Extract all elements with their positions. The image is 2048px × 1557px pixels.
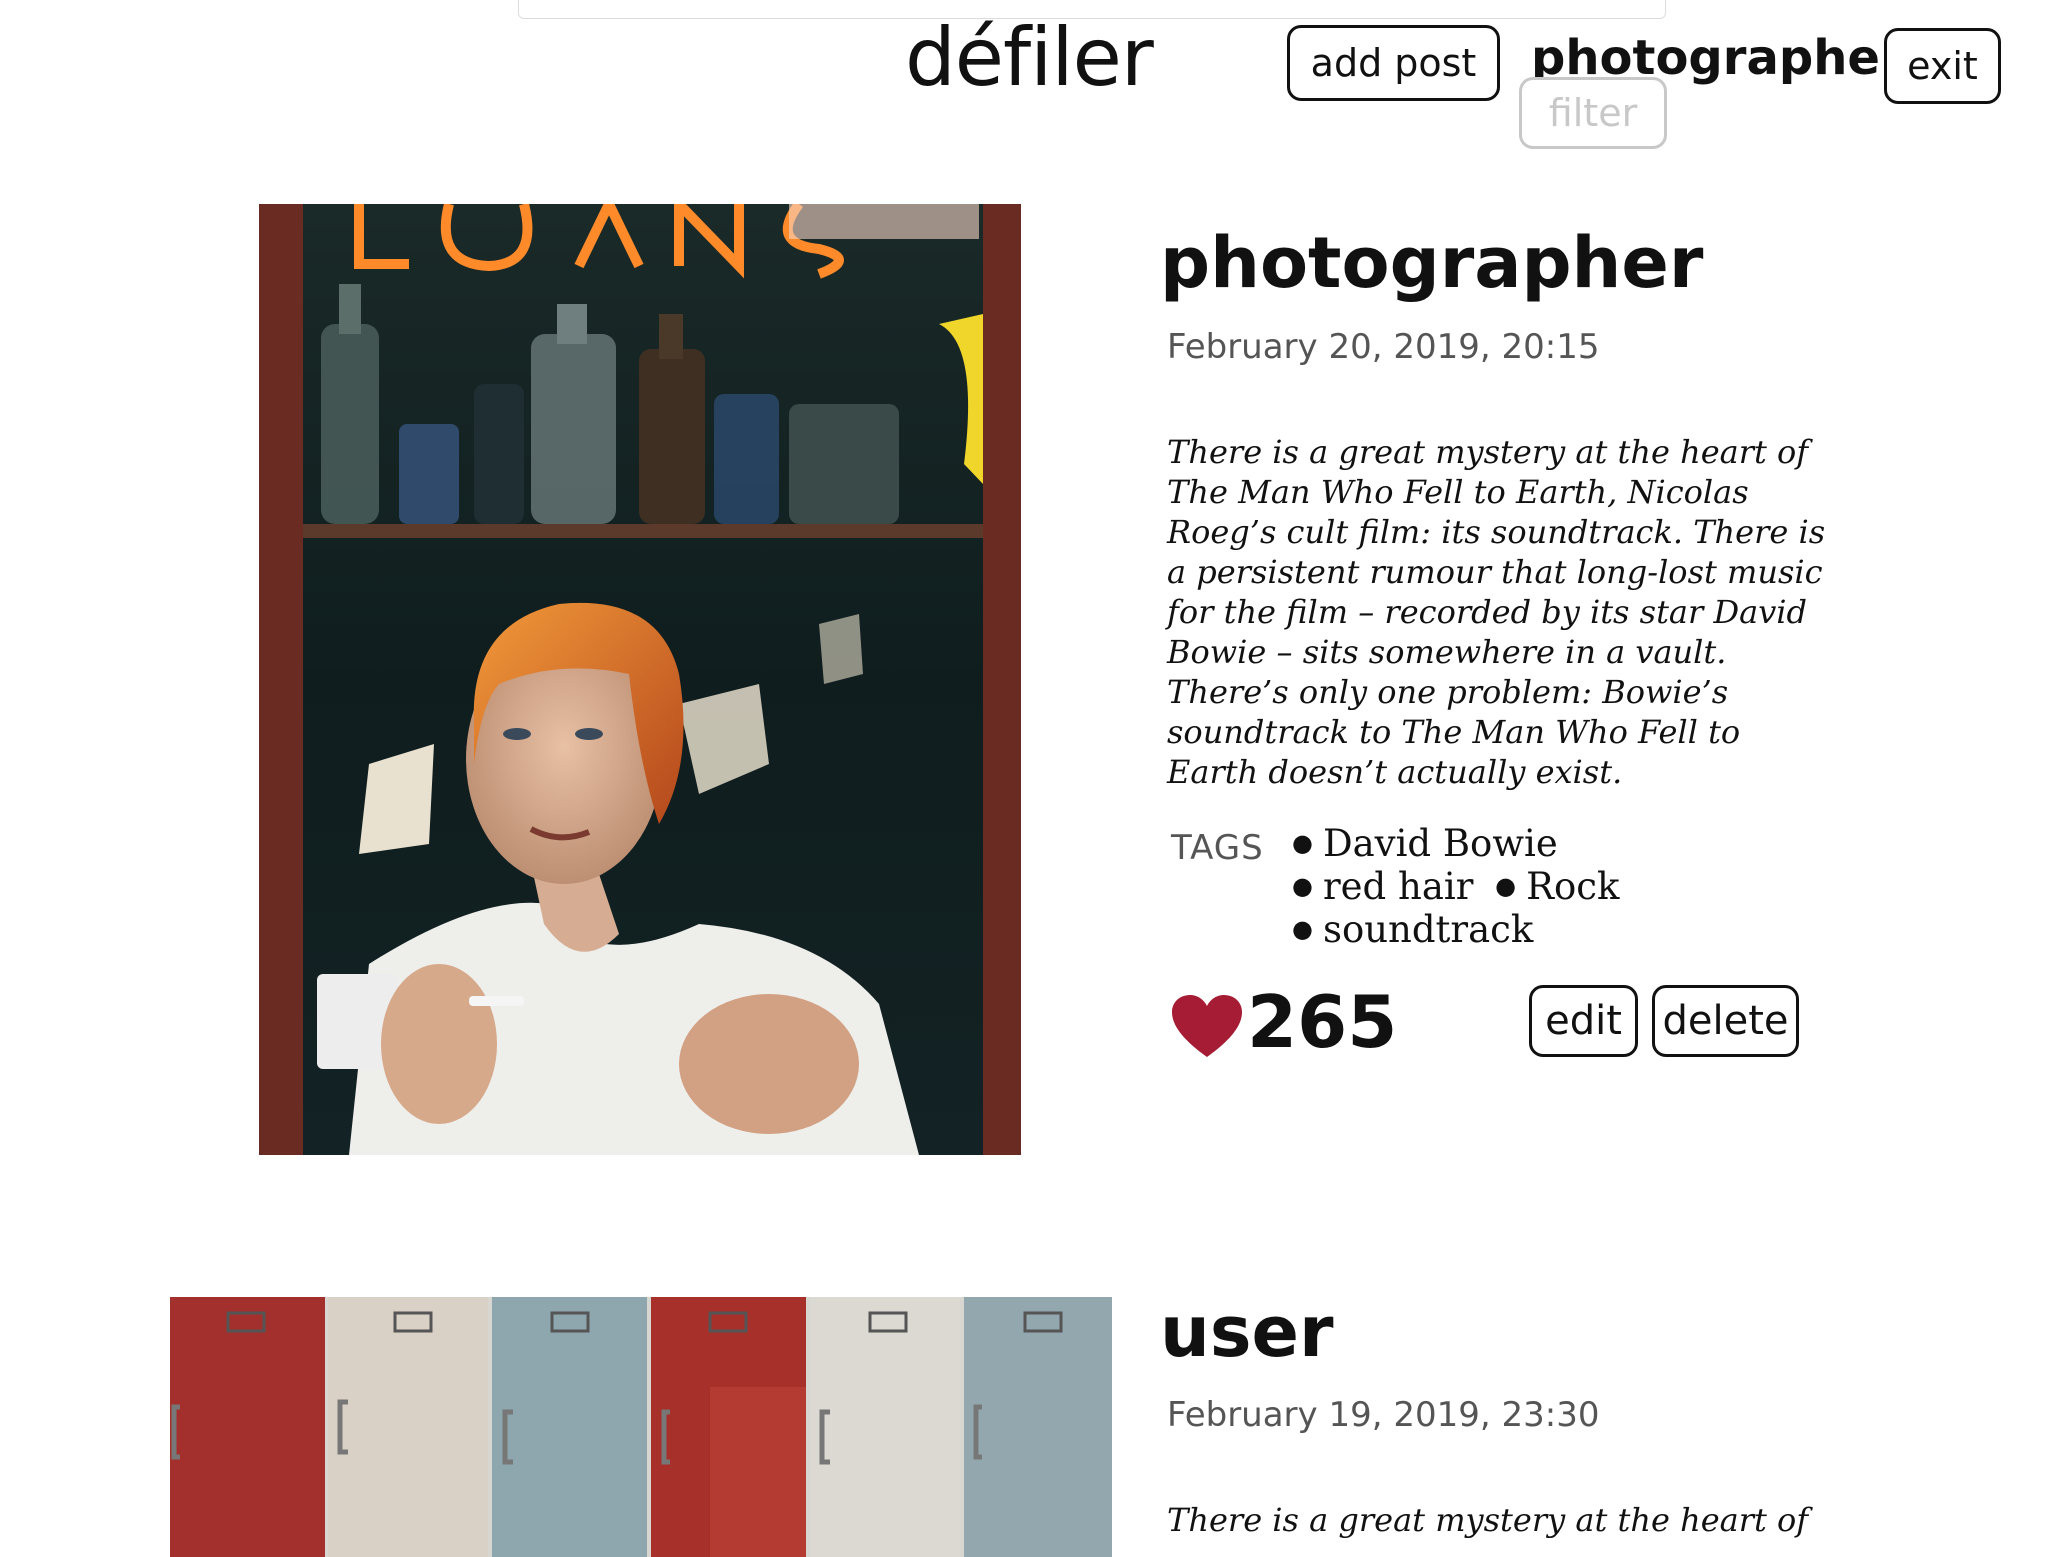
like-count: 265 xyxy=(1247,980,1398,1064)
post-date: February 20, 2019, 20:15 xyxy=(1167,327,1600,367)
edit-button[interactable]: edit xyxy=(1529,985,1638,1057)
tag-item[interactable]: soundtrack xyxy=(1292,908,1533,951)
tag-item[interactable]: Rock xyxy=(1495,865,1619,908)
exit-button[interactable]: exit xyxy=(1884,28,2001,104)
post-body: There is a great mystery at the heart of xyxy=(1167,1501,1809,1539)
tag-item[interactable]: David Bowie xyxy=(1292,822,1558,865)
tags-label: TAGS xyxy=(1171,828,1264,868)
post-author: user xyxy=(1160,1291,1334,1373)
tags-list: David Bowie red hair Rock soundtrack xyxy=(1292,822,1712,951)
post-author: photographer xyxy=(1160,222,1704,304)
filter-button[interactable]: filter xyxy=(1519,77,1667,149)
brand-logo: défiler xyxy=(905,11,1154,104)
post-body: There is a great mystery at the heart of… xyxy=(1167,433,1826,791)
post-date: February 19, 2019, 23:30 xyxy=(1167,1395,1600,1435)
post-image xyxy=(259,204,1021,1155)
current-username: photographer xyxy=(1531,30,1904,86)
add-post-button[interactable]: add post xyxy=(1287,25,1500,101)
tag-item[interactable]: red hair xyxy=(1292,865,1473,908)
delete-button[interactable]: delete xyxy=(1652,985,1799,1057)
heart-icon[interactable] xyxy=(1172,995,1242,1059)
post-image xyxy=(170,1297,1112,1557)
